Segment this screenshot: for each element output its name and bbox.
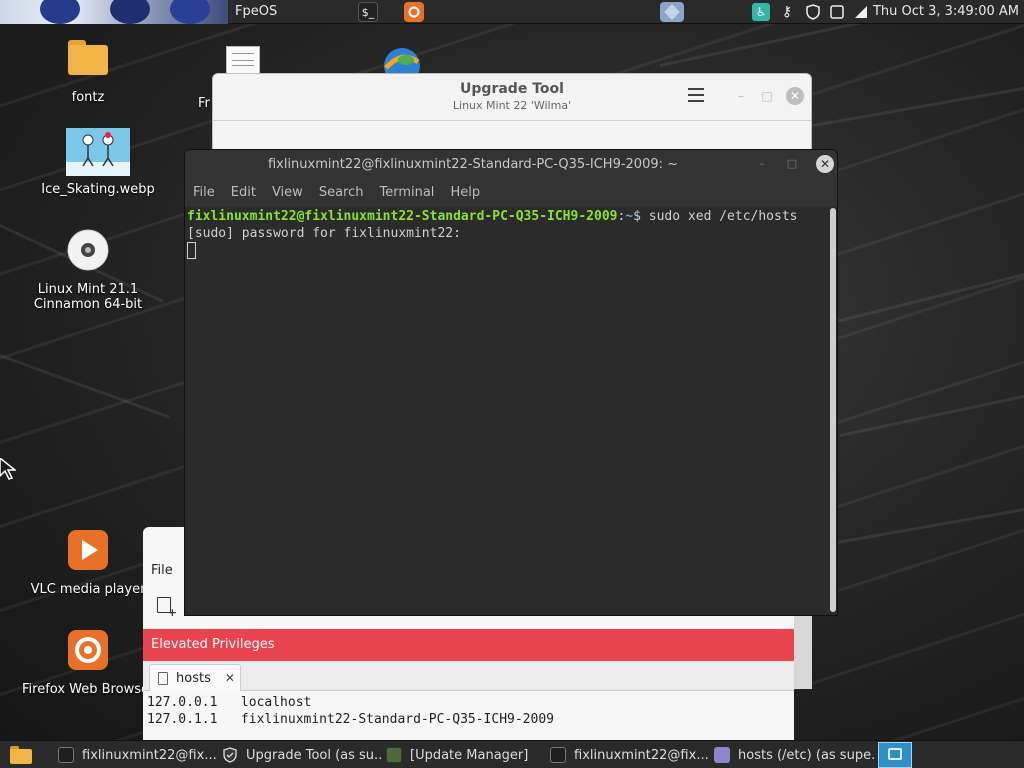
firefox-launcher-icon[interactable] [404,2,424,22]
desktop-icon-label-line2: Cinnamon 64-bit [33,297,143,312]
prompt-path: ~ [625,209,634,224]
network-wifi-icon[interactable] [852,3,870,21]
taskbar-item-update-manager[interactable]: [Update Manager] [386,745,536,765]
minimize-icon[interactable]: – [733,88,749,104]
terminal-title: fixlinuxmint22@fixlinuxmint22-Standard-P… [267,157,679,172]
menu-terminal[interactable]: Terminal [379,180,434,206]
text-cursor [187,242,196,259]
editor-text-area[interactable]: 127.0.0.1 localhost 127.0.1.1 fixlinuxmin… [147,694,554,728]
upgrade-tool-window: Upgrade Tool Linux Mint 22 'Wilma' – □ ✕ [212,73,812,153]
text-editor-icon [714,747,730,763]
desktop-icon-firefox[interactable]: Firefox Web Browser [22,628,154,697]
active-window-title: FpeOS [235,4,278,19]
hamburger-menu-icon[interactable] [688,88,704,102]
desktop-icon-label: Ice_Skating.webp [41,182,155,197]
mouse-cursor-icon [0,457,18,484]
notifications-icon[interactable] [828,3,846,21]
output-line: [sudo] password for fixlinuxmint22: [187,226,461,241]
document-icon [226,46,260,74]
terminal-launcher-icon[interactable]: $_ [358,2,378,22]
desktop-thumbnail-icon[interactable] [660,2,684,22]
minimize-icon[interactable]: – [755,157,769,171]
workspace-switcher-icon[interactable] [878,742,912,768]
shield-icon[interactable] [804,3,822,21]
menu-file[interactable]: File [193,180,215,206]
taskbar-item-label: fixlinuxmint22@fix... [574,747,709,763]
clock[interactable]: Thu Oct 3, 3:49:00 AM [873,4,1019,19]
terminal-titlebar[interactable]: fixlinuxmint22@fixlinuxmint22-Standard-P… [185,150,837,180]
divider [213,120,811,121]
close-icon[interactable]: ✕ [786,87,804,105]
terminal-icon [58,747,74,763]
maximize-icon[interactable]: □ [759,88,775,104]
prompt-user: fixlinuxmint22@fixlinuxmint22-Standard-P… [187,209,618,224]
vlc-icon [64,528,112,576]
terminal-window: fixlinuxmint22@fixlinuxmint22-Standard-P… [184,149,838,616]
editor-tab-bar: hosts ✕ [143,661,794,691]
terminal-screen[interactable]: fixlinuxmint22@fixlinuxmint22-Standard-P… [185,206,830,615]
menu-help[interactable]: Help [450,180,480,206]
key-icon[interactable]: ⚷ [778,3,796,21]
window-title: Upgrade Tool [460,81,564,97]
terminal-menubar: File Edit View Search Terminal Help [185,180,837,206]
terminal-icon [550,747,566,763]
command-text: $ sudo xed /etc/hosts [633,209,798,224]
taskbar-item-terminal-1[interactable]: fixlinuxmint22@fix... [58,745,218,765]
desktop-icon-vlc[interactable]: VLC media player [28,528,148,597]
desktop-icon-ice-skating[interactable]: Ice_Skating.webp [38,128,158,197]
desktop-icon-label: fontz [71,90,105,105]
folder-icon [64,36,112,84]
text-line: 127.0.1.1 fixlinuxmint22-Standard-PC-Q35… [147,712,554,727]
close-icon[interactable]: ✕ [816,155,834,173]
menu-button[interactable] [0,0,228,24]
tab-hosts[interactable]: hosts ✕ [149,664,241,691]
taskbar-item-label: [Update Manager] [410,747,529,763]
desktop-icon-label: VLC media player [30,582,146,597]
window-subtitle: Linux Mint 22 'Wilma' [452,99,572,112]
taskbar-item-label: Upgrade Tool (as su... [246,747,382,763]
bottom-taskbar: fixlinuxmint22@fix... Upgrade Tool (as s… [0,740,1024,768]
accessibility-icon[interactable]: ♿ [752,3,770,21]
new-document-icon[interactable] [157,597,177,619]
menu-search[interactable]: Search [319,180,364,206]
taskbar-item-hosts-editor[interactable]: hosts (/etc) (as supe... [714,745,874,765]
taskbar-item-upgrade-tool[interactable]: Upgrade Tool (as su... [222,745,382,765]
text-line: 127.0.0.1 localhost [147,695,312,710]
editor-menu-file[interactable]: File [151,563,173,578]
desktop-icon-linux-mint-iso[interactable]: Linux Mint 21.1 Cinnamon 64-bit [28,228,148,312]
terminal-scrollbar[interactable] [830,208,836,612]
taskbar-item-label: fixlinuxmint22@fix... [82,747,217,763]
top-panel: FpeOS $_ ♿ ⚷ Thu Oct 3, 3:49:00 AM [0,0,1024,24]
menu-edit[interactable]: Edit [231,180,256,206]
maximize-icon[interactable]: □ [785,157,799,171]
shield-icon [222,747,238,763]
desktop-icon-label: Firefox Web Browser [22,682,155,697]
desktop-icon-label-line1: Linux Mint 21.1 [37,282,139,297]
disc-icon [64,228,112,276]
taskbar-item-label: hosts (/etc) (as supe... [738,747,874,763]
tab-label: hosts [176,670,211,686]
elevated-privileges-banner: Elevated Privileges [143,629,794,661]
update-manager-icon [386,747,402,763]
image-icon [66,128,130,176]
internet-globe-icon[interactable] [376,46,424,76]
desktop-icon-label: Fr [198,96,210,111]
document-icon [158,671,168,685]
firefox-icon [64,628,112,676]
files-icon[interactable] [10,746,32,764]
taskbar-item-terminal-2[interactable]: fixlinuxmint22@fix... [550,745,710,765]
close-tab-icon[interactable]: ✕ [225,671,235,685]
menu-view[interactable]: View [272,180,303,206]
desktop-icon-fontz[interactable]: fontz [28,36,148,105]
